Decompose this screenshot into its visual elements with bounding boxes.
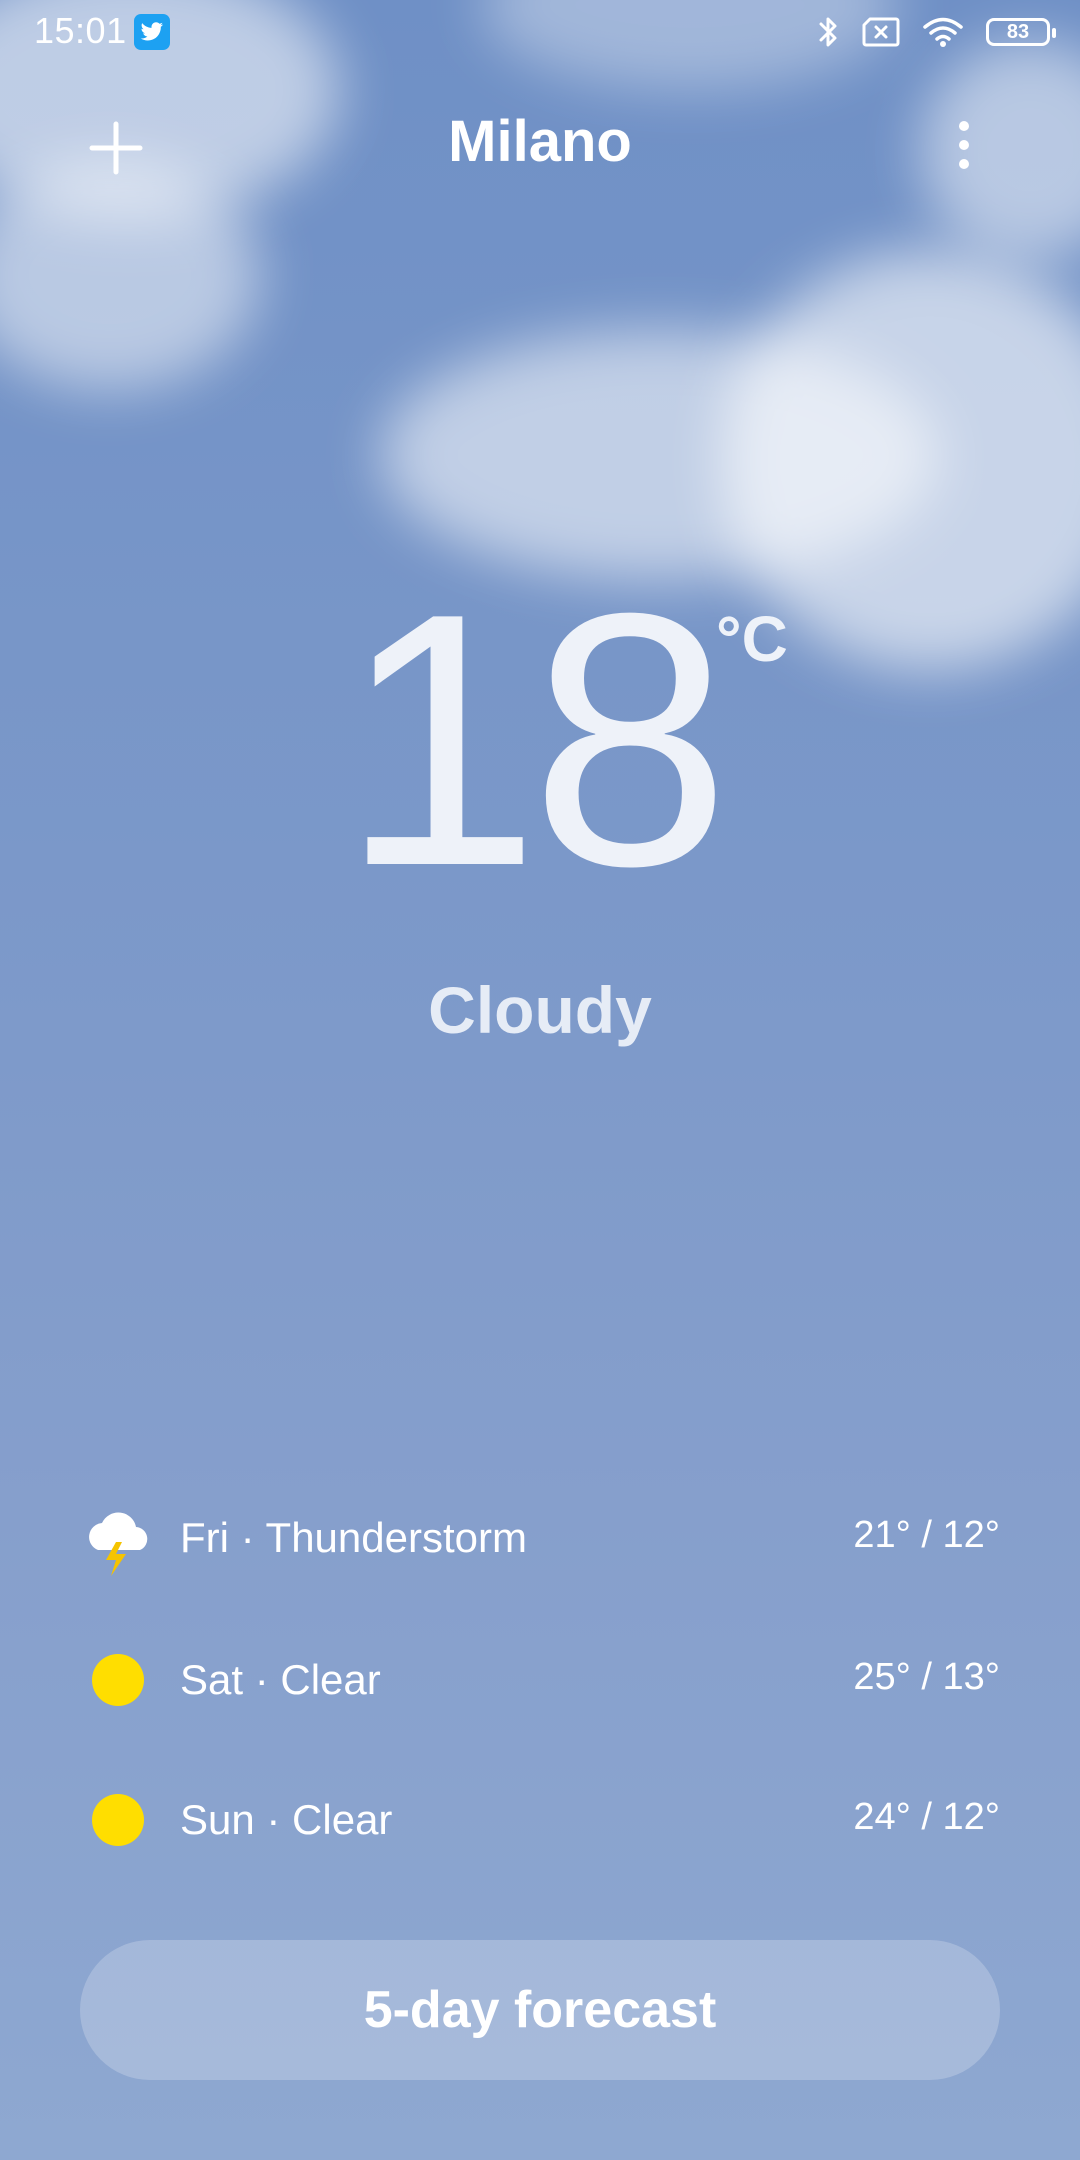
forecast-label: Sun · Clear: [180, 1796, 393, 1843]
city-title: Milano: [448, 109, 632, 174]
temperature-unit: °C: [716, 603, 788, 675]
status-time: 15:01: [34, 10, 127, 51]
status-bar: 15:01 83: [0, 0, 1080, 64]
forecast-temps: 21° / 12°: [853, 1514, 1000, 1556]
forecast-label: Fri · Thunderstorm: [180, 1514, 527, 1561]
current-temperature: 18: [340, 539, 730, 941]
sun-disc: [92, 1794, 144, 1846]
wifi-icon: [923, 17, 963, 47]
status-icons: 83: [818, 14, 1056, 50]
weather-screen: 15:01 83 Milano 18 °C Cloudy Fri · Thund…: [0, 0, 1080, 2160]
forecast-row-sun[interactable]: Sun · Clear 24° / 12°: [80, 1780, 1000, 1860]
more-vertical-icon: [959, 121, 969, 169]
plus-icon: [89, 121, 143, 175]
more-options-button[interactable]: [944, 118, 984, 178]
no-sim-icon: [862, 17, 900, 47]
twitter-icon: [134, 14, 170, 50]
forecast-temps: 25° / 13°: [853, 1656, 1000, 1698]
bluetooth-icon: [819, 17, 837, 47]
battery-icon: 83: [986, 18, 1056, 46]
sun-disc: [92, 1654, 144, 1706]
forecast-temps: 24° / 12°: [853, 1796, 1000, 1838]
add-city-button[interactable]: [86, 118, 146, 178]
five-day-forecast-button[interactable]: 5-day forecast: [80, 1940, 1000, 2080]
forecast-row-sat[interactable]: Sat · Clear 25° / 13°: [80, 1640, 1000, 1720]
thunderstorm-icon: [80, 1498, 160, 1578]
forecast-label: Sat · Clear: [180, 1656, 381, 1703]
forecast-row-fri[interactable]: Fri · Thunderstorm 21° / 12°: [80, 1498, 1000, 1578]
current-condition: Cloudy: [428, 973, 652, 1047]
battery-level: 83: [1006, 20, 1030, 43]
